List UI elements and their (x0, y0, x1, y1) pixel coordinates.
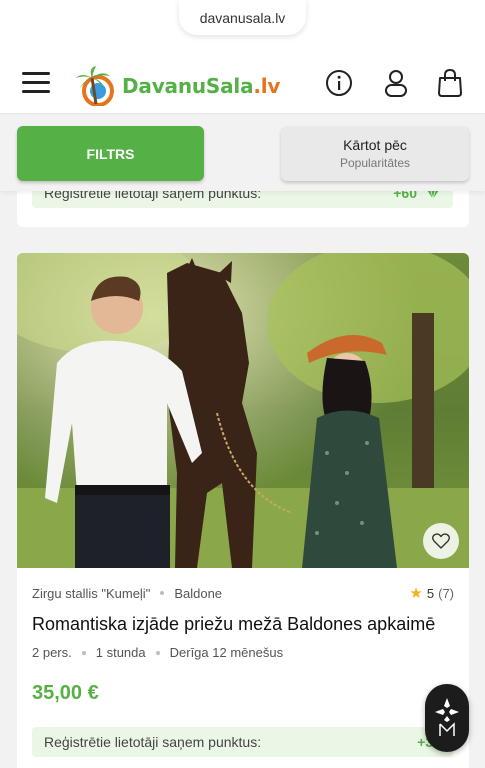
url-field[interactable]: davanusala.lv (179, 0, 306, 35)
floating-badge-button[interactable] (425, 684, 469, 752)
star-icon: ★ (409, 585, 423, 602)
info-icon[interactable] (324, 68, 354, 98)
rating-value: 5 (426, 585, 435, 601)
browser-bar: davanusala.lv (0, 0, 485, 60)
separator-dot (155, 650, 160, 655)
location: Baldone (174, 585, 223, 601)
separator-dot (160, 591, 165, 595)
product-card[interactable]: Zirgu stallis "Kumeļi" Baldone ★ 5 (7) R… (17, 253, 469, 768)
separator-dot (81, 650, 86, 655)
menu-icon[interactable] (22, 72, 52, 96)
sort-value: Popularitātes (339, 156, 411, 170)
spec-persons: 2 pers. (32, 645, 72, 660)
site-logo[interactable]: DavanuSala.lv (74, 64, 280, 108)
sort-label: Kārtot pēc (343, 137, 407, 153)
rating-count: (7) (438, 585, 454, 601)
product-price: 35,00 € (32, 682, 99, 704)
provider-name[interactable]: Zirgu stallis "Kumeļi" (32, 586, 150, 601)
product-photo (17, 253, 469, 568)
logo-text: DavanuSala.lv (122, 74, 281, 98)
compass-logo-icon (435, 698, 459, 736)
rating: ★ 5 (7) (409, 584, 454, 602)
product-title[interactable]: Romantiska izjāde priežu mežā Baldones a… (32, 614, 435, 635)
palm-logo-icon (76, 66, 114, 106)
points-label: Reģistrētie lietotāji saņem punktus: (44, 734, 262, 750)
user-icon[interactable] (381, 68, 411, 98)
spec-validity: Derīga 12 mēnešus (169, 645, 284, 660)
shopping-bag-icon[interactable] (435, 68, 465, 98)
product-meta: Zirgu stallis "Kumeļi" Baldone ★ 5 (7) (32, 584, 454, 602)
filter-button[interactable]: FILTRS (17, 126, 204, 181)
points-info: Reģistrētie lietotāji saņem punktus: +35 (32, 727, 453, 757)
spec-duration: 1 stunda (95, 645, 146, 660)
filter-bar: FILTRS Kārtot pēc Popularitātes (0, 115, 485, 191)
product-specs: 2 pers. 1 stunda Derīga 12 mēnešus (32, 645, 283, 660)
product-image[interactable] (17, 253, 469, 568)
favorite-heart-button[interactable] (423, 523, 459, 559)
site-header: DavanuSala.lv (0, 60, 485, 114)
sort-button[interactable]: Kārtot pēc Popularitātes (281, 126, 469, 181)
heart-icon (432, 533, 450, 549)
